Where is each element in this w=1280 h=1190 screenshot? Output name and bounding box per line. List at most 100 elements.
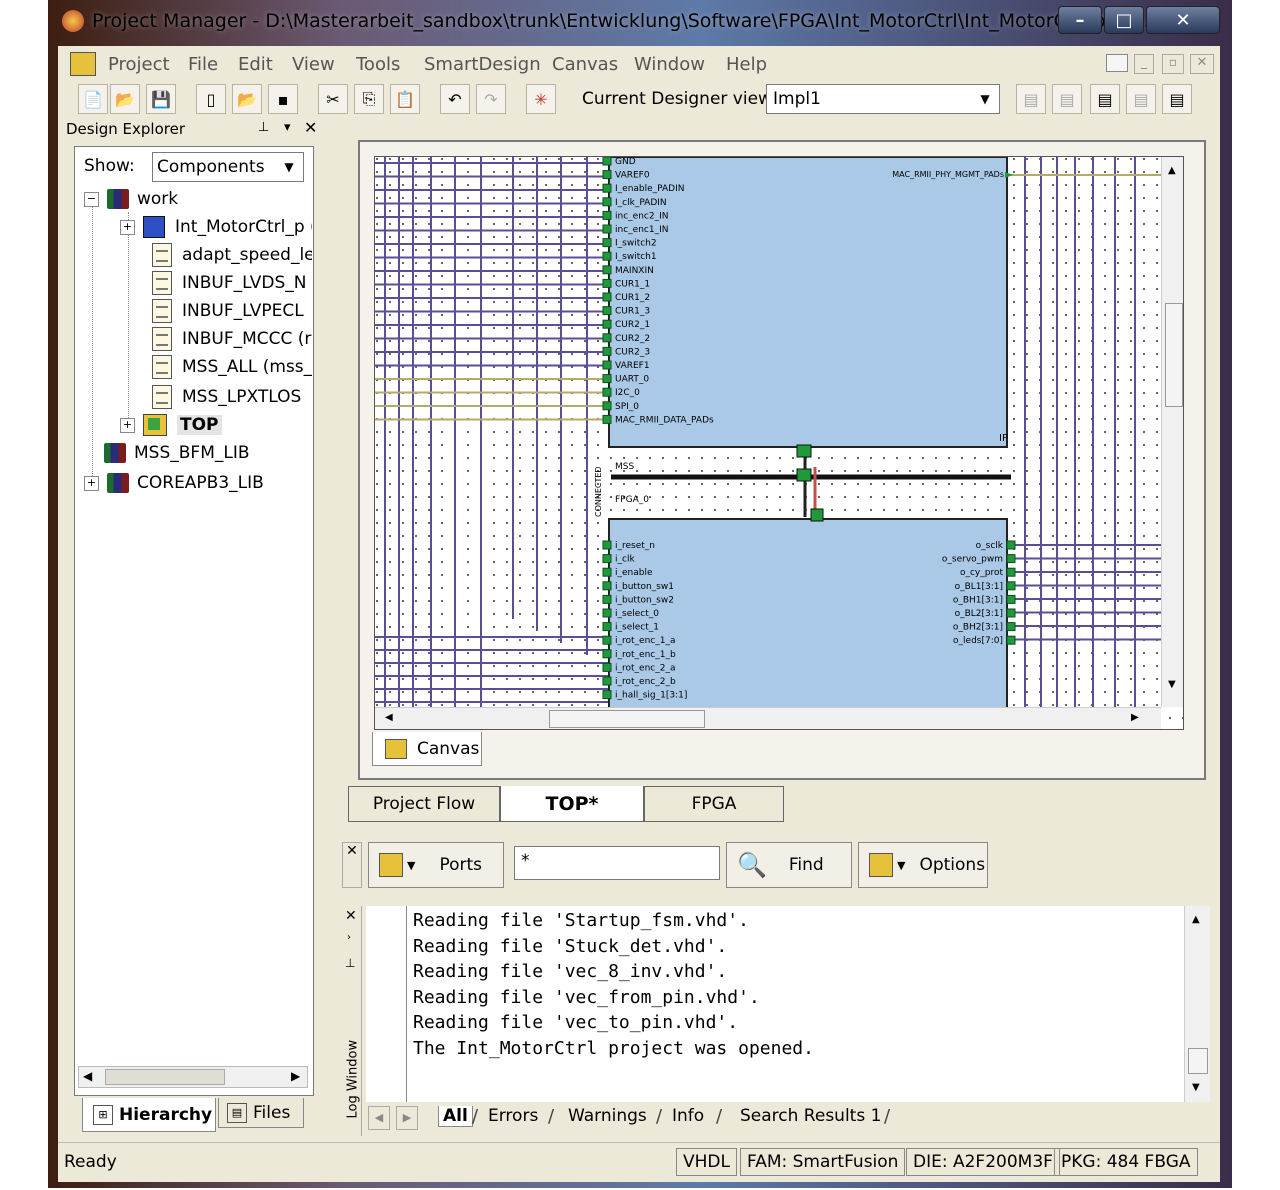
expand-icon[interactable]: + <box>120 219 135 235</box>
pin-icon[interactable] <box>602 676 612 686</box>
mss-block[interactable] <box>608 157 1008 448</box>
tab-canvas[interactable]: Canvas <box>372 732 482 766</box>
pin-icon[interactable] <box>602 581 612 591</box>
schematic[interactable]: IP MSS FPGA_0 CONNECTED MAC_RMII_PHY_MGM… <box>375 157 1184 730</box>
copy-icon[interactable]: ⎘ <box>354 84 384 114</box>
pin-icon[interactable] <box>602 649 612 659</box>
tab-hierarchy[interactable]: ⊞ Hierarchy <box>82 1098 216 1132</box>
mdi-minimize-button[interactable]: _ <box>1134 54 1154 74</box>
pin-icon[interactable]: ⊥ <box>345 956 355 970</box>
mdi-restore-icon[interactable] <box>1106 54 1128 72</box>
redo-icon[interactable]: ↷ <box>476 84 506 114</box>
pin-icon[interactable] <box>602 306 612 316</box>
log-output[interactable]: Reading file 'Startup_fsm.vhd'. Reading f… <box>406 906 1184 1102</box>
scroll-down-icon[interactable]: ▼ <box>1192 1082 1200 1093</box>
settings-icon[interactable]: ✳ <box>526 84 556 114</box>
menu-window[interactable]: Window <box>634 54 705 75</box>
scroll-left-icon[interactable]: ◀ <box>83 1069 92 1083</box>
tree-item-inbuf-lvpecl[interactable]: INBUF_LVPECL <box>152 298 312 324</box>
scroll-thumb[interactable] <box>1165 303 1183 407</box>
designer-tool-3-icon[interactable]: ▤ <box>1090 84 1120 114</box>
cut-icon[interactable]: ✂ <box>318 84 348 114</box>
pin-icon[interactable] <box>602 662 612 672</box>
pin-icon[interactable] <box>1006 581 1016 591</box>
scroll-thumb[interactable] <box>1188 1048 1208 1074</box>
pin-icon[interactable] <box>1006 540 1016 550</box>
pin-icon[interactable] <box>602 635 612 645</box>
tree-item-adapt-speed[interactable]: adapt_speed_le <box>152 242 312 268</box>
tree-item-work[interactable]: − work <box>84 186 310 212</box>
pin-icon[interactable] <box>602 554 612 564</box>
pin-icon[interactable] <box>602 594 612 604</box>
undo-icon[interactable]: ↶ <box>440 84 470 114</box>
pin-icon[interactable] <box>602 401 612 411</box>
pin-icon[interactable] <box>602 224 612 234</box>
expand-icon[interactable]: + <box>120 417 135 433</box>
close-button[interactable]: ✕ <box>1146 6 1220 34</box>
scroll-right-icon[interactable]: ▶ <box>1131 712 1139 723</box>
pin-icon[interactable] <box>602 333 612 343</box>
app-menu-icon[interactable] <box>70 52 96 76</box>
scroll-up-icon[interactable]: ▲ <box>1168 165 1176 176</box>
pin-icon[interactable] <box>1006 608 1016 618</box>
tree-item-mss-bfm-lib[interactable]: MSS_BFM_LIB <box>104 440 312 466</box>
pin-icon[interactable] <box>602 183 612 193</box>
pin-icon[interactable] <box>602 360 612 370</box>
scroll-thumb[interactable] <box>105 1069 225 1085</box>
chevron-down-icon[interactable]: ▼ <box>975 88 995 110</box>
connector-pin[interactable] <box>796 468 812 482</box>
pin-icon[interactable] <box>1006 567 1016 577</box>
designer-view-select[interactable]: Impl1 ▼ <box>766 84 1000 114</box>
tree-item-inbuf-mccc[interactable]: INBUF_MCCC (r <box>152 326 312 352</box>
tree-item-mss-all[interactable]: MSS_ALL (mss_ <box>152 354 312 380</box>
canvas-hscrollbar[interactable]: ◀ ▶ <box>375 707 1161 729</box>
new-project-icon[interactable]: 📄 <box>78 84 108 114</box>
log-tab-prev-icon[interactable]: ◀ <box>368 1106 390 1130</box>
pin-icon[interactable] <box>602 414 612 424</box>
menu-help[interactable]: Help <box>726 54 767 75</box>
pin-icon[interactable] <box>602 374 612 384</box>
pin-icon[interactable] <box>1006 594 1016 604</box>
scroll-left-icon[interactable]: ◀ <box>385 712 393 723</box>
find-input[interactable]: * <box>514 846 720 880</box>
menu-arrow-icon[interactable]: › <box>347 932 351 943</box>
smartdesign-canvas[interactable]: IP MSS FPGA_0 CONNECTED MAC_RMII_PHY_MGM… <box>374 156 1184 730</box>
menu-edit[interactable]: Edit <box>238 54 273 75</box>
mdi-maximize-button[interactable]: ▫ <box>1162 54 1184 74</box>
pin-icon[interactable]: ⊥ <box>258 120 269 135</box>
ports-button[interactable]: ▼ Ports <box>368 842 504 888</box>
designer-tool-5-icon[interactable]: ▤ <box>1162 84 1192 114</box>
pin-icon[interactable] <box>602 292 612 302</box>
tree-item-int-motorctrl[interactable]: + Int_MotorCtrl_p ( <box>120 214 312 240</box>
save-file-icon[interactable]: ▪ <box>268 84 298 114</box>
scroll-right-icon[interactable]: ▶ <box>291 1069 300 1083</box>
pin-icon[interactable] <box>602 608 612 618</box>
close-panel-icon[interactable]: ✕ <box>304 118 317 137</box>
log-tab-search-results[interactable]: Search Results 1 <box>740 1106 881 1126</box>
pin-icon[interactable] <box>602 170 612 180</box>
chevron-down-icon[interactable]: ▼ <box>279 156 299 178</box>
pin-icon[interactable] <box>602 265 612 275</box>
pin-icon[interactable] <box>602 346 612 356</box>
log-tab-next-icon[interactable]: ▶ <box>396 1106 418 1130</box>
menu-view[interactable]: View <box>292 54 335 75</box>
menu-tools[interactable]: Tools <box>356 54 400 75</box>
designer-tool-4-icon[interactable]: ▤ <box>1126 84 1156 114</box>
pin-icon[interactable] <box>602 278 612 288</box>
pin-icon[interactable] <box>1006 622 1016 632</box>
pin-icon[interactable] <box>602 210 612 220</box>
pin-icon[interactable] <box>602 567 612 577</box>
tab-fpga[interactable]: FPGA <box>644 786 784 822</box>
log-vscrollbar[interactable]: ▲ ▼ <box>1184 906 1210 1102</box>
scroll-up-icon[interactable]: ▲ <box>1192 914 1200 925</box>
pin-icon[interactable] <box>602 251 612 261</box>
log-tab-all[interactable]: All <box>438 1106 473 1127</box>
tab-project-flow[interactable]: Project Flow <box>348 786 500 822</box>
open-project-icon[interactable]: 📂 <box>110 84 140 114</box>
menu-smartdesign[interactable]: SmartDesign <box>424 54 541 75</box>
pin-icon[interactable] <box>1006 635 1016 645</box>
pin-icon[interactable] <box>602 319 612 329</box>
options-button[interactable]: ▼ Options <box>858 842 988 888</box>
connector-pin[interactable] <box>796 444 812 458</box>
tree-item-inbuf-lvds[interactable]: INBUF_LVDS_N <box>152 270 312 296</box>
